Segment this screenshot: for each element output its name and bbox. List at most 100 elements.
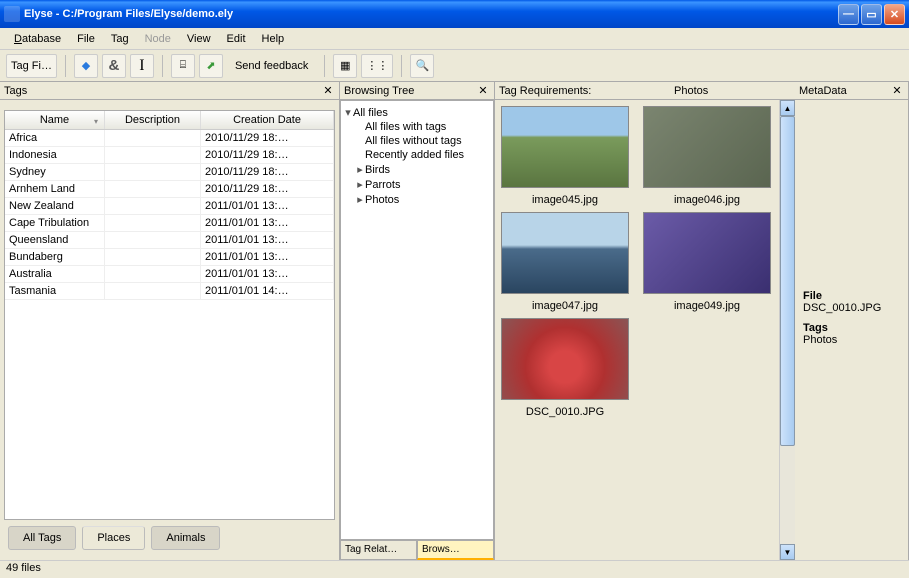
menu-tag[interactable]: Tag	[103, 31, 137, 47]
thumbnail[interactable]: image046.jpg	[643, 106, 771, 208]
menu-help[interactable]: Help	[254, 31, 293, 47]
maximize-button[interactable]: ▭	[861, 4, 882, 25]
tree-item-label: Birds	[365, 164, 390, 176]
search-button[interactable]: 🔍	[410, 54, 434, 78]
thumbnail-image	[501, 106, 629, 188]
table-row[interactable]: Arnhem Land2010/11/29 18:…	[5, 181, 334, 198]
thumbnail-image	[501, 212, 629, 294]
thumbnail[interactable]: DSC_0010.JPG	[501, 318, 629, 420]
table-row[interactable]: Africa2010/11/29 18:…	[5, 130, 334, 147]
scanner-button-2[interactable]: ⬈	[199, 54, 223, 78]
tab-all-tags[interactable]: All Tags	[8, 526, 76, 550]
toolbar-separator	[162, 55, 163, 77]
menu-edit[interactable]: Edit	[219, 31, 254, 47]
tab-animals[interactable]: Animals	[151, 526, 220, 550]
scroll-up-button[interactable]: ▲	[780, 100, 795, 116]
expand-icon[interactable]: ▸	[355, 178, 365, 191]
thumbnail-caption: image049.jpg	[643, 298, 771, 314]
cell-desc	[105, 181, 201, 197]
thumbnail[interactable]: image045.jpg	[501, 106, 629, 208]
tab-places[interactable]: Places	[82, 526, 145, 550]
scroll-thumb[interactable]	[780, 116, 795, 446]
table-row[interactable]: Queensland2011/01/01 13:…	[5, 232, 334, 249]
scanner-button-1[interactable]: ⌸	[171, 54, 195, 78]
tree-item[interactable]: All files with tags	[343, 120, 491, 134]
small-icons-icon: ⋮⋮	[366, 59, 388, 72]
table-row[interactable]: Bundaberg2011/01/01 13:…	[5, 249, 334, 266]
table-row[interactable]: Indonesia2010/11/29 18:…	[5, 147, 334, 164]
tag-add-button[interactable]: ◆	[74, 54, 98, 78]
tags-panel-close[interactable]: ✕	[321, 84, 335, 97]
view-large-icons-button[interactable]: ▦	[333, 54, 357, 78]
tree-panel-close[interactable]: ✕	[476, 84, 490, 97]
table-row[interactable]: Cape Tribulation2011/01/01 13:…	[5, 215, 334, 232]
thumbnail-caption: image047.jpg	[501, 298, 629, 314]
menu-file[interactable]: File	[69, 31, 103, 47]
expand-icon[interactable]: ▾	[343, 106, 353, 119]
thumbnail[interactable]: image047.jpg	[501, 212, 629, 314]
cell-date: 2011/01/01 13:…	[201, 232, 334, 248]
tag-icon: ◆	[82, 59, 90, 72]
meta-panel-close[interactable]: ✕	[890, 84, 904, 97]
table-row[interactable]: Sydney2010/11/29 18:…	[5, 164, 334, 181]
send-feedback-label[interactable]: Send feedback	[227, 60, 316, 72]
tab-browse[interactable]: Brows…	[417, 540, 494, 560]
menu-database[interactable]: Database	[6, 31, 69, 47]
table-row[interactable]: Australia2011/01/01 13:…	[5, 266, 334, 283]
meta-tags-value: Photos	[803, 334, 900, 346]
tags-table: Name▾ Description Creation Date Africa20…	[4, 110, 335, 520]
cell-name: New Zealand	[5, 198, 105, 214]
tree-item[interactable]: All files without tags	[343, 134, 491, 148]
meta-body: File DSC_0010.JPG Tags Photos	[795, 100, 908, 560]
tag-filter-button[interactable]: Tag Fi…	[6, 54, 57, 78]
table-row[interactable]: Tasmania2011/01/01 14:…	[5, 283, 334, 300]
tree-item-label: All files without tags	[365, 135, 462, 147]
toolbar-separator	[401, 55, 402, 77]
cell-date: 2011/01/01 13:…	[201, 215, 334, 231]
tree-item[interactable]: ▸Photos	[343, 192, 491, 207]
cell-date: 2010/11/29 18:…	[201, 130, 334, 146]
col-description[interactable]: Description	[105, 111, 201, 129]
tags-table-header: Name▾ Description Creation Date	[5, 111, 334, 130]
tags-panel: Tags ✕ Name▾ Description Creation Date A…	[0, 82, 340, 560]
scanner-arrow-icon: ⬈	[206, 59, 215, 72]
tree-panel-header: Browsing Tree ✕	[340, 82, 494, 100]
scroll-down-button[interactable]: ▼	[780, 544, 795, 560]
titlebar: Elyse - C:/Program Files/Elyse/demo.ely …	[0, 0, 909, 28]
table-row[interactable]: New Zealand2011/01/01 13:…	[5, 198, 334, 215]
expand-icon[interactable]: ▸	[355, 193, 365, 206]
view-small-icons-button[interactable]: ⋮⋮	[361, 54, 393, 78]
thumbnail[interactable]: image049.jpg	[643, 212, 771, 314]
text-cursor-button[interactable]: I	[130, 54, 154, 78]
meta-panel-title: MetaData	[799, 85, 847, 97]
thumbnail-caption: DSC_0010.JPG	[501, 404, 629, 420]
cell-date: 2011/01/01 14:…	[201, 283, 334, 299]
large-icons-icon: ▦	[340, 59, 350, 72]
close-button[interactable]: ✕	[884, 4, 905, 25]
thumbnail-image	[501, 318, 629, 400]
cell-desc	[105, 198, 201, 214]
menubar: Database File Tag Node View Edit Help	[0, 28, 909, 50]
tags-panel-header: Tags ✕	[0, 82, 339, 100]
tree-item[interactable]: ▸Parrots	[343, 177, 491, 192]
col-name[interactable]: Name▾	[5, 111, 105, 129]
expand-icon[interactable]: ▸	[355, 163, 365, 176]
scroll-track[interactable]	[780, 116, 795, 544]
cell-desc	[105, 232, 201, 248]
toolbar: Tag Fi… ◆ & I ⌸ ⬈ Send feedback ▦ ⋮⋮ 🔍	[0, 50, 909, 82]
tree-root[interactable]: ▾All files	[343, 105, 491, 120]
tree-item-label: Recently added files	[365, 149, 464, 161]
tree-item[interactable]: ▸Birds	[343, 162, 491, 177]
main-area: Tags ✕ Name▾ Description Creation Date A…	[0, 82, 909, 560]
tab-tag-relations[interactable]: Tag Relat…	[340, 540, 417, 560]
tree-item[interactable]: Recently added files	[343, 148, 491, 162]
thumbnails-area: image045.jpg image046.jpg image047.jpg i…	[495, 100, 779, 560]
menu-view[interactable]: View	[179, 31, 219, 47]
minimize-button[interactable]: —	[838, 4, 859, 25]
cell-date: 2010/11/29 18:…	[201, 147, 334, 163]
col-creation-date[interactable]: Creation Date	[201, 111, 334, 129]
cell-name: Australia	[5, 266, 105, 282]
scrollbar[interactable]: ▲ ▼	[779, 100, 795, 560]
ampersand-button[interactable]: &	[102, 54, 126, 78]
cell-date: 2011/01/01 13:…	[201, 249, 334, 265]
